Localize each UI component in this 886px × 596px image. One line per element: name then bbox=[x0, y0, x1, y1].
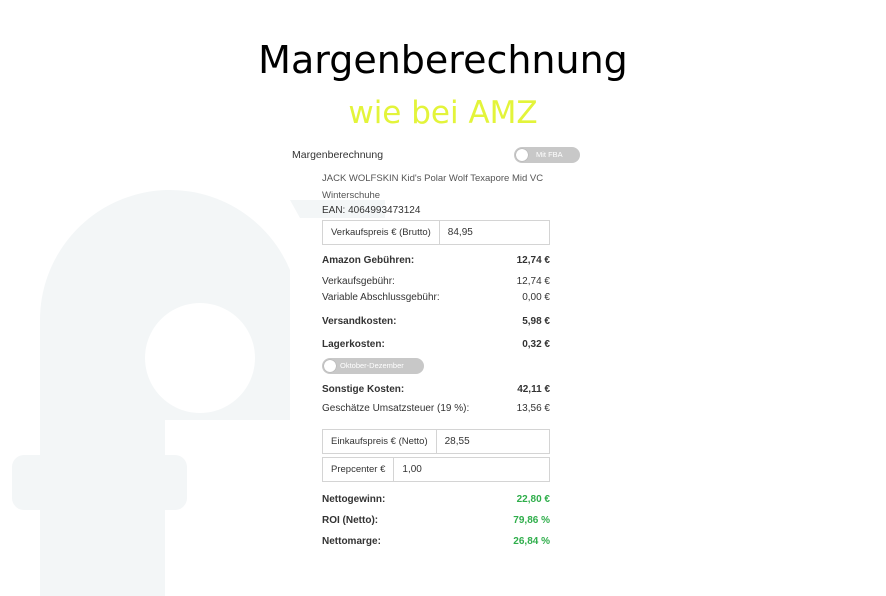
amazon-fees-value: 12,74 € bbox=[516, 255, 550, 266]
net-margin-label: Nettomarge: bbox=[322, 536, 381, 547]
storage-costs-label: Lagerkosten: bbox=[322, 339, 385, 350]
other-costs-row: Sonstige Kosten: 42,11 € bbox=[322, 384, 550, 395]
calculator-heading: Margenberechnung bbox=[292, 149, 384, 161]
toggle-knob bbox=[516, 149, 528, 161]
storage-costs-value: 0,32 € bbox=[522, 339, 550, 350]
roi-row: ROI (Netto): 79,86 % bbox=[322, 515, 550, 526]
sales-fee-row: Verkaufsgebühr: 12,74 € bbox=[322, 276, 550, 287]
prepcenter-field: Prepcenter € 1,00 bbox=[322, 457, 550, 482]
roi-label: ROI (Netto): bbox=[322, 515, 379, 526]
fba-toggle-label: Mit FBA bbox=[536, 150, 563, 159]
sale-price-field: Verkaufspreis € (Brutto) 84,95 bbox=[322, 220, 550, 245]
season-toggle[interactable]: Oktober-Dezember bbox=[322, 358, 424, 374]
shipping-costs-value: 5,98 € bbox=[522, 316, 550, 327]
season-toggle-label: Oktober-Dezember bbox=[340, 361, 404, 370]
purchase-price-label: Einkaufspreis € (Netto) bbox=[323, 430, 437, 453]
storage-costs-row: Lagerkosten: 0,32 € bbox=[322, 339, 550, 350]
page-subtitle: wie bei AMZ bbox=[348, 95, 538, 131]
net-profit-value: 22,80 € bbox=[516, 494, 550, 505]
closing-fee-label: Variable Abschlussgebühr: bbox=[322, 292, 440, 303]
roi-value: 79,86 % bbox=[513, 515, 550, 526]
vat-row: Geschätze Umsatzsteuer (19 %): 13,56 € bbox=[322, 403, 550, 414]
net-margin-value: 26,84 % bbox=[513, 536, 550, 547]
sales-fee-label: Verkaufsgebühr: bbox=[322, 276, 395, 287]
purchase-price-field: Einkaufspreis € (Netto) 28,55 bbox=[322, 429, 550, 454]
purchase-price-input[interactable]: 28,55 bbox=[437, 430, 470, 453]
toggle-knob bbox=[324, 360, 336, 372]
other-costs-label: Sonstige Kosten: bbox=[322, 384, 405, 395]
page-title: Margenberechnung bbox=[258, 38, 628, 82]
net-profit-label: Nettogewinn: bbox=[322, 494, 386, 505]
shipping-costs-label: Versandkosten: bbox=[322, 316, 397, 327]
vat-label: Geschätze Umsatzsteuer (19 %): bbox=[322, 403, 470, 414]
sale-price-input[interactable]: 84,95 bbox=[440, 221, 473, 244]
product-ean: EAN: 4064993473124 bbox=[322, 205, 421, 216]
sales-fee-value: 12,74 € bbox=[516, 276, 550, 287]
amazon-fees-label: Amazon Gebühren: bbox=[322, 255, 415, 266]
other-costs-value: 42,11 € bbox=[517, 384, 550, 395]
prepcenter-label: Prepcenter € bbox=[323, 458, 395, 481]
prepcenter-input[interactable]: 1,00 bbox=[394, 458, 421, 481]
amazon-fees-row: Amazon Gebühren: 12,74 € bbox=[322, 255, 550, 266]
closing-fee-row: Variable Abschlussgebühr: 0,00 € bbox=[322, 292, 550, 303]
vat-value: 13,56 € bbox=[516, 403, 550, 414]
closing-fee-value: 0,00 € bbox=[522, 292, 550, 303]
fba-toggle[interactable]: Mit FBA bbox=[514, 147, 580, 163]
net-profit-row: Nettogewinn: 22,80 € bbox=[322, 494, 550, 505]
product-name: JACK WOLFSKIN Kid's Polar Wolf Texapore … bbox=[322, 173, 544, 201]
net-margin-row: Nettomarge: 26,84 % bbox=[322, 536, 550, 547]
sale-price-label: Verkaufspreis € (Brutto) bbox=[323, 221, 440, 244]
shipping-costs-row: Versandkosten: 5,98 € bbox=[322, 316, 550, 327]
